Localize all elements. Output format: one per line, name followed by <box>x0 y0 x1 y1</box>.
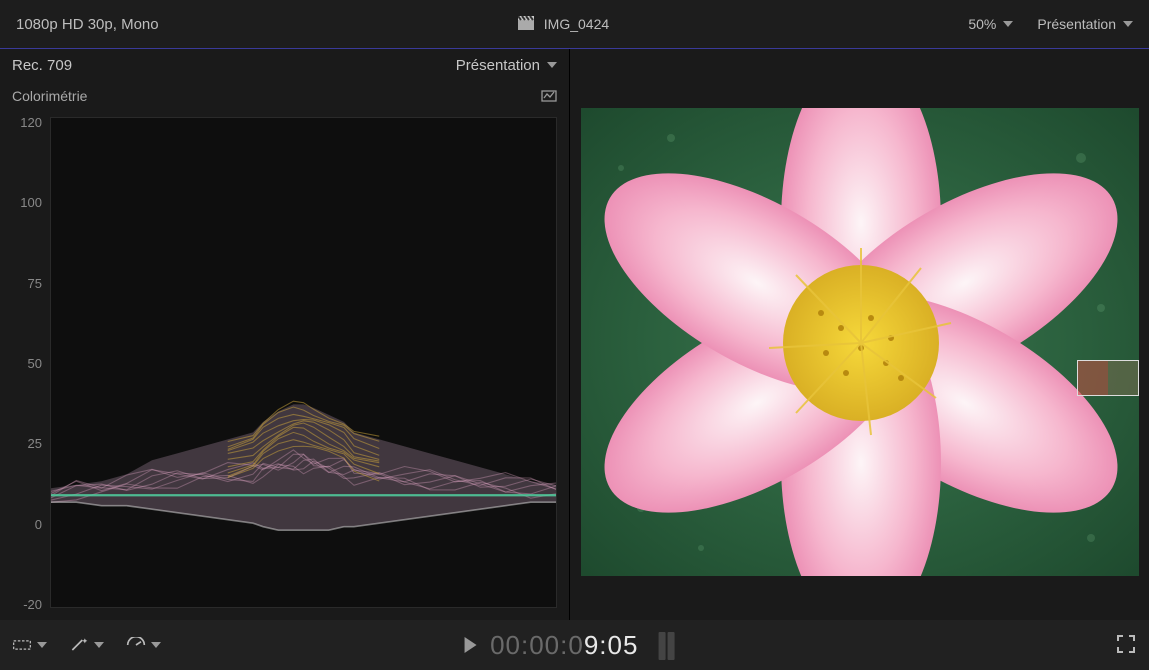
clip-title-area: IMG_0424 <box>159 16 969 33</box>
top-bar: 1080p HD 30p, Mono IMG_0424 50% Présenta… <box>0 0 1149 49</box>
flower-image-placeholder <box>581 108 1139 576</box>
y-tick: 50 <box>8 356 48 371</box>
format-label: 1080p HD 30p, Mono <box>16 16 159 33</box>
y-tick: -20 <box>8 597 48 612</box>
audio-meter-bar <box>667 632 674 660</box>
timecode-white: 9:05 <box>584 630 639 660</box>
video-viewer[interactable] <box>570 49 1149 620</box>
top-right-controls: 50% Présentation <box>968 16 1133 32</box>
scope-label-row: Colorimétrie <box>0 81 569 111</box>
scope-body: 120 100 75 50 25 0 -20 <box>0 111 569 620</box>
y-tick: 120 <box>8 115 48 130</box>
trim-handle[interactable] <box>1077 360 1139 396</box>
chevron-down-icon <box>1123 21 1133 27</box>
scope-header: Rec. 709 Présentation <box>0 49 569 81</box>
scopes-panel: Rec. 709 Présentation Colorimétrie 120 1… <box>0 49 569 620</box>
y-tick: 25 <box>8 436 48 451</box>
scope-settings-icon[interactable] <box>541 88 557 105</box>
y-tick: 75 <box>8 276 48 291</box>
chevron-down-icon <box>151 642 161 648</box>
play-button[interactable] <box>464 637 476 653</box>
audio-meter[interactable] <box>658 630 676 660</box>
transport-area: 00:00:09:05 <box>464 630 676 661</box>
fullscreen-button[interactable] <box>1117 635 1135 656</box>
enhance-tool-dropdown[interactable] <box>69 637 104 653</box>
y-tick: 0 <box>8 517 48 532</box>
chevron-down-icon <box>547 62 557 68</box>
clapperboard-icon <box>518 16 534 33</box>
chevron-down-icon <box>94 642 104 648</box>
chevron-down-icon <box>37 642 47 648</box>
y-tick: 100 <box>8 195 48 210</box>
zoom-value: 50% <box>968 16 996 32</box>
clip-name: IMG_0424 <box>544 16 609 32</box>
main-area: Rec. 709 Présentation Colorimétrie 120 1… <box>0 49 1149 620</box>
bottom-toolbar: 00:00:09:05 <box>0 620 1149 670</box>
retime-tool-dropdown[interactable] <box>126 637 161 653</box>
trim-handle-right <box>1108 361 1138 395</box>
scope-y-axis: 120 100 75 50 25 0 -20 <box>8 115 48 612</box>
color-space-label: Rec. 709 <box>12 57 72 74</box>
timecode-gray: 00:00:0 <box>490 630 584 660</box>
timecode-display[interactable]: 00:00:09:05 <box>490 630 638 661</box>
video-frame <box>581 108 1139 576</box>
audio-meter-bar <box>658 632 665 660</box>
zoom-dropdown[interactable]: 50% <box>968 16 1013 32</box>
scope-presentation-label: Présentation <box>456 57 540 74</box>
presentation-label: Présentation <box>1037 16 1116 32</box>
scope-type-label: Colorimétrie <box>12 88 87 104</box>
viewer-presentation-dropdown[interactable]: Présentation <box>1037 16 1133 32</box>
chevron-down-icon <box>1003 21 1013 27</box>
waveform-plot <box>50 117 557 608</box>
viewer-panel <box>569 49 1149 620</box>
scope-presentation-dropdown[interactable]: Présentation <box>456 57 557 74</box>
range-tool-dropdown[interactable] <box>12 637 47 653</box>
trim-handle-left <box>1078 361 1108 395</box>
